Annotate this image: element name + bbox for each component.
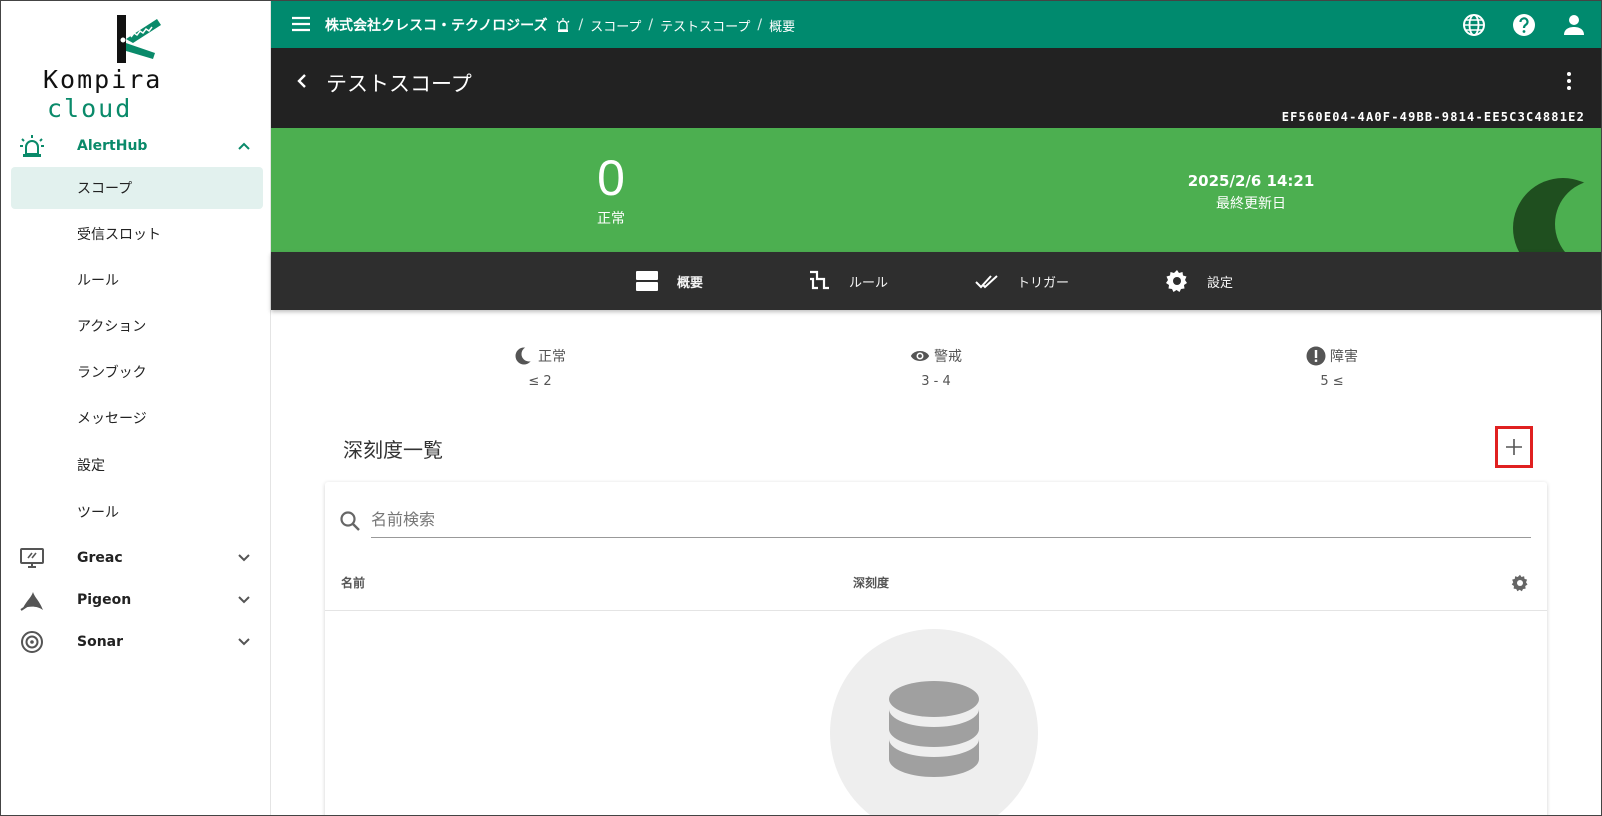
breadcrumb-organization[interactable]: 株式会社クレスコ・テクノロジーズ — [325, 15, 547, 35]
breadcrumb-overview: 概要 — [769, 19, 796, 35]
moon-icon — [1513, 178, 1601, 252]
tab-overview[interactable]: 概要 — [635, 252, 703, 310]
source-branch-icon — [810, 270, 829, 290]
top-app-bar: 株式会社クレスコ・テクノロジーズ / スコープ / テストスコープ / 概要 — [271, 1, 1601, 48]
sidebar-item-scope[interactable]: スコープ — [11, 167, 263, 209]
last-updated-date: 2025/2/6 14:21 — [1187, 172, 1315, 190]
column-header-severity[interactable]: 深刻度 — [853, 574, 889, 591]
monitor-icon — [20, 548, 44, 568]
sidebar-item-tools[interactable]: ツール — [11, 491, 263, 533]
sidebar-section-alerthub[interactable]: AlertHub — [11, 125, 263, 167]
severity-list-title: 深刻度一覧 — [343, 438, 443, 462]
breadcrumb-separator: / — [578, 17, 584, 33]
chevron-left-icon[interactable] — [293, 72, 311, 90]
tab-settings[interactable]: 設定 — [1165, 252, 1233, 310]
add-severity-button[interactable] — [1495, 426, 1533, 468]
database-icon — [889, 681, 979, 777]
severity-table-card: 名前 深刻度 — [325, 482, 1547, 815]
legend-warning: 警戒 3 - 4 — [836, 346, 1036, 389]
breadcrumb: 株式会社クレスコ・テクノロジーズ / スコープ / テストスコープ / 概要 — [325, 15, 795, 35]
scope-title-bar: テストスコープ EF560E04-4A0F-49BB-9814-EE5C3C48… — [271, 48, 1601, 128]
name-search-input[interactable] — [371, 502, 1531, 538]
sidebar: Kompira cloud AlertHub スコープ 受信スロット ルール ア… — [1, 1, 271, 815]
legend-normal: 正常 ≤ 2 — [440, 346, 640, 389]
tab-rules[interactable]: ルール — [807, 252, 888, 310]
pigeon-icon — [20, 592, 43, 611]
search-icon — [340, 511, 360, 531]
plus-icon — [1506, 439, 1522, 455]
empty-state — [830, 629, 1038, 815]
overview-content: 正常 ≤ 2 警戒 3 - 4 障害 5 ≤ 深刻度一覧 名前 深刻 — [271, 310, 1601, 815]
kompira-logo[interactable]: Kompira cloud — [1, 1, 271, 123]
globe-icon[interactable] — [1461, 12, 1487, 38]
chevron-down-icon[interactable] — [237, 593, 251, 607]
alarm-light-icon[interactable] — [555, 17, 571, 33]
sidebar-item-receive-slot[interactable]: 受信スロット — [11, 213, 263, 255]
app-window: Kompira cloud AlertHub スコープ 受信スロット ルール ア… — [0, 0, 1602, 816]
moon-icon — [515, 346, 534, 365]
chevron-down-icon[interactable] — [237, 551, 251, 565]
sidebar-section-greac[interactable]: Greac — [11, 537, 263, 579]
status-count: 0 — [597, 150, 625, 206]
legend-failure: 障害 5 ≤ — [1232, 346, 1432, 389]
sonar-icon — [21, 631, 43, 653]
sidebar-item-messages[interactable]: メッセージ — [11, 397, 263, 439]
sidebar-section-pigeon[interactable]: Pigeon — [11, 579, 263, 621]
logo-text: Kompira cloud — [43, 65, 163, 123]
page-title: テストスコープ — [326, 72, 472, 96]
last-updated-label: 最終更新日 — [1216, 196, 1286, 212]
column-header-name[interactable]: 名前 — [341, 574, 365, 591]
check-all-icon — [975, 275, 998, 289]
scope-tabs: 概要 ルール トリガー 設定 — [271, 252, 1601, 310]
crocodile-logo-icon — [117, 15, 161, 63]
table-header-divider — [325, 610, 1547, 611]
legend-range: 3 - 4 — [921, 374, 951, 389]
sidebar-item-actions[interactable]: アクション — [11, 305, 263, 347]
view-agenda-icon — [636, 271, 658, 291]
breadcrumb-scope[interactable]: スコープ — [590, 16, 641, 35]
status-summary: 0 正常 2025/2/6 14:21 最終更新日 — [271, 128, 1601, 252]
more-vert-icon[interactable] — [1559, 71, 1579, 91]
alarm-light-icon — [20, 135, 44, 157]
top-actions — [1461, 12, 1587, 38]
scope-id: EF560E04-4A0F-49BB-9814-EE5C3C4881E2 — [1281, 110, 1585, 124]
gear-icon[interactable] — [1511, 574, 1529, 592]
sidebar-item-runbook[interactable]: ランブック — [11, 351, 263, 393]
tab-triggers[interactable]: トリガー — [975, 252, 1069, 310]
alert-circle-icon — [1306, 346, 1326, 366]
legend-range: ≤ 2 — [528, 374, 552, 389]
menu-icon[interactable] — [291, 14, 311, 34]
chevron-down-icon[interactable] — [237, 635, 251, 649]
breadcrumb-separator: / — [648, 17, 654, 33]
sidebar-item-rules[interactable]: ルール — [11, 259, 263, 301]
gear-icon — [1166, 270, 1187, 292]
sidebar-item-settings[interactable]: 設定 — [11, 444, 263, 486]
chevron-up-icon[interactable] — [237, 139, 251, 153]
breadcrumb-separator: / — [757, 17, 763, 33]
status-label: 正常 — [597, 211, 625, 227]
eye-icon — [910, 351, 930, 361]
help-icon[interactable] — [1511, 12, 1537, 38]
legend-range: 5 ≤ — [1320, 374, 1344, 389]
breadcrumb-test-scope[interactable]: テストスコープ — [660, 16, 750, 35]
sidebar-section-sonar[interactable]: Sonar — [11, 621, 263, 663]
account-icon[interactable] — [1561, 12, 1587, 38]
